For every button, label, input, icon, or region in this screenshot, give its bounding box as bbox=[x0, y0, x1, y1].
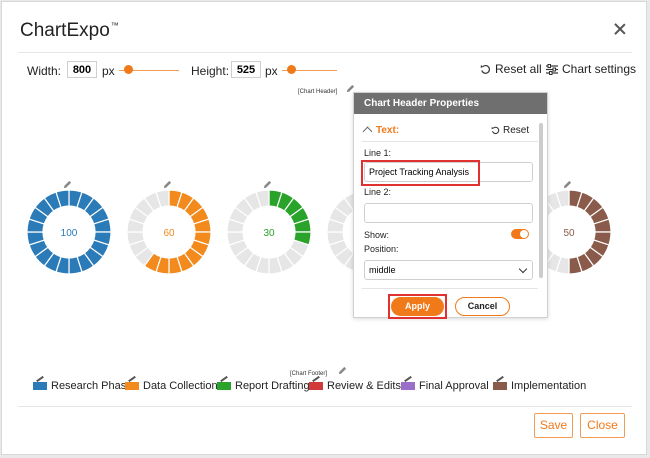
line2-input[interactable] bbox=[364, 203, 533, 223]
legend-pencil-icon bbox=[496, 375, 504, 383]
position-label: Position: bbox=[364, 244, 399, 254]
edit-donut-pencil-icon[interactable] bbox=[63, 180, 72, 189]
legend-pencil-icon bbox=[404, 375, 412, 383]
dialog-title: ChartExpo™ bbox=[20, 20, 119, 42]
text-section-toggle[interactable]: Text: bbox=[362, 125, 400, 137]
reset-icon bbox=[480, 64, 490, 74]
trademark: ™ bbox=[110, 21, 119, 30]
legend-pencil-icon bbox=[220, 375, 228, 383]
divider-bottom bbox=[18, 406, 632, 407]
legend-label: Implementation bbox=[511, 380, 587, 392]
legend-swatch bbox=[493, 375, 507, 390]
legend-item[interactable]: Review & Edits bbox=[309, 375, 401, 392]
chevron-down-icon bbox=[518, 264, 528, 274]
line1-label: Line 1: bbox=[364, 148, 392, 158]
height-slider-knob[interactable] bbox=[287, 65, 296, 74]
chart-settings-button[interactable]: Chart settings bbox=[546, 62, 636, 76]
legend-label: Report Drafting bbox=[235, 380, 310, 392]
donut-chart[interactable]: 60 bbox=[124, 187, 214, 277]
chart-header-placeholder[interactable]: [Chart Header] bbox=[298, 89, 337, 95]
width-label: Width: bbox=[27, 64, 62, 78]
show-toggle[interactable] bbox=[511, 229, 529, 239]
legend-item[interactable]: Research Phase bbox=[33, 375, 133, 392]
donut-center-label: 60 bbox=[163, 228, 175, 239]
legend-item[interactable]: Final Approval bbox=[401, 375, 489, 392]
panel-reset-button[interactable]: Reset bbox=[491, 125, 529, 136]
legend-item[interactable]: Implementation bbox=[493, 375, 587, 392]
chart-footer-placeholder[interactable]: [Chart Footer] bbox=[290, 371, 327, 377]
edit-donut-pencil-icon[interactable] bbox=[263, 180, 272, 189]
position-select[interactable]: middle bbox=[364, 260, 533, 280]
legend-item[interactable]: Report Drafting bbox=[217, 375, 310, 392]
legend-swatch bbox=[217, 375, 231, 390]
close-icon[interactable] bbox=[612, 22, 628, 38]
chevron-up-icon bbox=[362, 126, 373, 137]
height-label: Height: bbox=[191, 64, 230, 78]
legend-swatch bbox=[125, 375, 139, 390]
width-slider-knob[interactable] bbox=[124, 65, 133, 74]
panel-divider-bottom bbox=[362, 288, 538, 289]
title-text: ChartExpo bbox=[20, 20, 110, 41]
height-unit: px bbox=[265, 64, 278, 78]
reset-all-button[interactable]: Reset all bbox=[480, 62, 542, 76]
toggle-knob bbox=[520, 230, 528, 238]
line1-highlight bbox=[361, 160, 480, 186]
panel-reset-label: Reset bbox=[503, 125, 530, 136]
donut-center-label: 30 bbox=[263, 228, 275, 239]
edit-footer-pencil-icon[interactable] bbox=[338, 366, 347, 375]
panel-divider bbox=[362, 141, 538, 142]
legend-swatch bbox=[401, 375, 415, 390]
chartexpo-dialog: ChartExpo™ Width: px Height: px Reset al… bbox=[1, 1, 647, 455]
legend-label: Final Approval bbox=[419, 380, 489, 392]
show-label: Show: bbox=[364, 230, 390, 240]
legend-swatch bbox=[33, 375, 47, 390]
panel-scrollbar[interactable] bbox=[539, 123, 543, 278]
close-button[interactable]: Close bbox=[580, 413, 625, 438]
donut-center-label: 100 bbox=[61, 228, 78, 239]
donut-center-label: 50 bbox=[563, 228, 575, 239]
donut-chart[interactable]: 30 bbox=[224, 187, 314, 277]
reset-icon bbox=[491, 126, 500, 135]
legend-pencil-icon bbox=[128, 375, 136, 383]
width-unit: px bbox=[102, 64, 115, 78]
width-input[interactable] bbox=[67, 61, 97, 78]
text-section-label: Text: bbox=[376, 125, 400, 136]
chart-header-properties-panel: Chart Header Properties Text: Reset Line… bbox=[353, 92, 548, 319]
legend-label: Research Phase bbox=[51, 380, 133, 392]
apply-highlight bbox=[388, 294, 447, 319]
position-select-value: middle bbox=[369, 265, 396, 275]
panel-title: Chart Header Properties bbox=[354, 93, 547, 114]
edit-donut-pencil-icon[interactable] bbox=[563, 180, 572, 189]
legend-item[interactable]: Data Collection bbox=[125, 375, 218, 392]
donut-chart[interactable]: 100 bbox=[24, 187, 114, 277]
sliders-icon bbox=[546, 63, 558, 75]
cancel-button[interactable]: Cancel bbox=[455, 297, 510, 316]
save-button[interactable]: Save bbox=[534, 413, 573, 438]
line2-label: Line 2: bbox=[364, 187, 392, 197]
legend-swatch bbox=[309, 375, 323, 390]
reset-all-label: Reset all bbox=[495, 62, 542, 76]
legend-label: Data Collection bbox=[143, 380, 218, 392]
edit-donut-pencil-icon[interactable] bbox=[163, 180, 172, 189]
divider-top bbox=[18, 52, 632, 53]
legend-label: Review & Edits bbox=[327, 380, 401, 392]
height-input[interactable] bbox=[231, 61, 261, 78]
legend-pencil-icon bbox=[36, 375, 44, 383]
chart-settings-label: Chart settings bbox=[562, 62, 637, 76]
